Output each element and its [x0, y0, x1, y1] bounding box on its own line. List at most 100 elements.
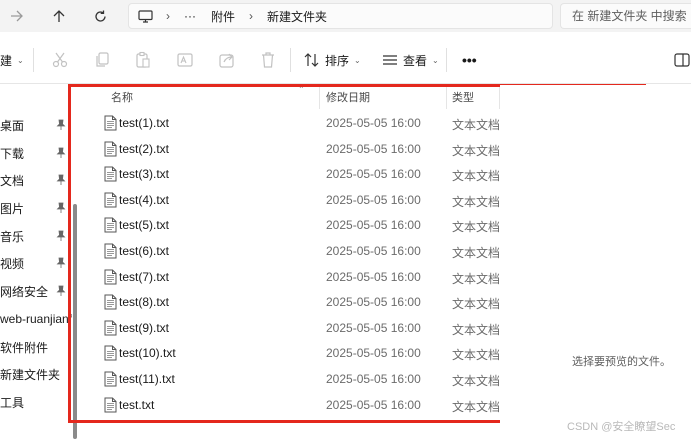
file-name[interactable]: test(8).txt	[119, 295, 169, 309]
view-icon	[383, 55, 397, 65]
file-row[interactable]: test(9).txt 2025-05-05 16:00 文本文档	[78, 316, 500, 340]
copy-icon[interactable]	[93, 51, 111, 69]
view-button[interactable]: 查看 ⌄	[382, 50, 439, 70]
view-label: 查看	[403, 53, 428, 68]
delete-icon[interactable]	[259, 51, 277, 69]
file-name[interactable]: test(7).txt	[119, 270, 169, 284]
column-header-modified[interactable]: 修改日期	[326, 88, 370, 108]
file-row[interactable]: test(4).txt 2025-05-05 16:00 文本文档	[78, 188, 500, 212]
file-row[interactable]: test(11).txt 2025-05-05 16:00 文本文档	[78, 367, 500, 391]
nav-item-label: 网络安全	[0, 284, 49, 299]
file-row[interactable]: test(1).txt 2025-05-05 16:00 文本文档	[78, 111, 500, 135]
rename-icon[interactable]	[176, 51, 194, 69]
nav-item-new-folder[interactable]: 新建文件夹	[0, 362, 72, 386]
nav-item-music[interactable]: 音乐	[0, 224, 72, 248]
nav-item-label: 新建文件夹	[0, 367, 61, 382]
text-file-icon	[104, 192, 117, 208]
nav-item-label: 工具	[0, 395, 25, 410]
column-divider[interactable]	[319, 85, 320, 109]
text-file-icon	[104, 166, 117, 182]
divider	[33, 48, 34, 72]
share-icon[interactable]	[218, 51, 236, 69]
monitor-icon	[138, 9, 153, 23]
file-name[interactable]: test(2).txt	[119, 142, 169, 156]
nav-scrollbar[interactable]	[73, 204, 77, 439]
divider	[290, 48, 291, 72]
file-type: 文本文档	[452, 195, 501, 209]
file-row[interactable]: test.txt 2025-05-05 16:00 文本文档	[78, 393, 500, 417]
paste-icon[interactable]	[134, 51, 152, 69]
chevron-down-icon: ⌄	[17, 55, 24, 65]
breadcrumb-item-attachments[interactable]: 附件	[211, 8, 235, 25]
breadcrumb-item-current-folder[interactable]: 新建文件夹	[267, 8, 327, 25]
text-file-icon	[104, 371, 117, 387]
nav-item-label: 下载	[0, 146, 25, 161]
file-row[interactable]: test(3).txt 2025-05-05 16:00 文本文档	[78, 162, 500, 186]
file-type: 文本文档	[452, 400, 501, 414]
file-name[interactable]: test(5).txt	[119, 218, 169, 232]
refresh-icon[interactable]	[87, 5, 113, 27]
file-modified-date: 2025-05-05 16:00	[326, 346, 421, 360]
preview-message: 选择要预览的文件。	[572, 356, 671, 368]
breadcrumb-chevron-icon: ›	[166, 9, 170, 23]
nav-item-label: 音乐	[0, 229, 25, 244]
file-modified-date: 2025-05-05 16:00	[326, 372, 421, 386]
file-type: 文本文档	[452, 246, 501, 260]
breadcrumb[interactable]: › ··· 附件 › 新建文件夹	[128, 3, 553, 29]
forward-arrow-icon[interactable]	[4, 5, 30, 27]
file-modified-date: 2025-05-05 16:00	[326, 167, 421, 181]
pin-icon	[56, 230, 66, 241]
file-type: 文本文档	[452, 297, 501, 311]
nav-item-videos[interactable]: 视频	[0, 251, 72, 275]
chevron-down-icon: ⌄	[354, 55, 361, 65]
navigation-pane: 桌面 下载 文档 图片 音乐 视频 网络安全 web-ruanjianf 软件附…	[0, 85, 78, 439]
nav-item-pictures[interactable]: 图片	[0, 196, 72, 220]
file-name[interactable]: test(1).txt	[119, 116, 169, 130]
breadcrumb-overflow[interactable]: ···	[184, 9, 196, 23]
nav-item-label: 文档	[0, 173, 25, 188]
file-row[interactable]: test(2).txt 2025-05-05 16:00 文本文档	[78, 137, 500, 161]
more-options-button[interactable]: •••	[462, 50, 477, 70]
nav-item-software-attachments[interactable]: 软件附件	[0, 335, 72, 359]
nav-item-downloads[interactable]: 下载	[0, 141, 72, 165]
file-name[interactable]: test(6).txt	[119, 244, 169, 258]
file-modified-date: 2025-05-05 16:00	[326, 142, 421, 156]
text-file-icon	[104, 115, 117, 131]
file-modified-date: 2025-05-05 16:00	[326, 116, 421, 130]
file-name[interactable]: test(10).txt	[119, 346, 176, 360]
search-input[interactable]: 在 新建文件夹 中搜索	[560, 3, 691, 29]
file-name[interactable]: test(4).txt	[119, 193, 169, 207]
file-name[interactable]: test(3).txt	[119, 167, 169, 181]
file-row[interactable]: test(5).txt 2025-05-05 16:00 文本文档	[78, 213, 500, 237]
file-row[interactable]: test(6).txt 2025-05-05 16:00 文本文档	[78, 239, 500, 263]
column-header-name[interactable]: 名称	[111, 88, 133, 108]
nav-item-desktop[interactable]: 桌面	[0, 113, 72, 137]
pin-icon	[56, 174, 66, 185]
column-divider[interactable]	[446, 85, 447, 109]
nav-item-documents[interactable]: 文档	[0, 168, 72, 192]
sort-icon	[304, 53, 319, 67]
file-type: 文本文档	[452, 323, 501, 337]
nav-item-label: 桌面	[0, 118, 25, 133]
file-name[interactable]: test(9).txt	[119, 321, 169, 335]
breadcrumb-chevron-icon: ›	[249, 9, 254, 23]
preview-pane-icon[interactable]	[673, 51, 691, 69]
command-bar: 建 ⌄ 排序 ⌄ 查看 ⌄ •••	[0, 36, 691, 84]
up-arrow-icon[interactable]	[46, 5, 72, 27]
file-row[interactable]: test(7).txt 2025-05-05 16:00 文本文档	[78, 265, 500, 289]
cut-icon[interactable]	[51, 51, 69, 69]
file-name[interactable]: test(11).txt	[119, 372, 175, 386]
nav-item-web-ruanjianf[interactable]: web-ruanjianf	[0, 307, 72, 331]
file-name[interactable]: test.txt	[119, 398, 154, 412]
nav-item-tools[interactable]: 工具	[0, 390, 72, 414]
nav-item-network-security[interactable]: 网络安全	[0, 279, 72, 303]
chevron-down-icon: ⌄	[432, 55, 439, 65]
file-row[interactable]: test(8).txt 2025-05-05 16:00 文本文档	[78, 290, 500, 314]
sort-button[interactable]: 排序 ⌄	[304, 50, 361, 70]
column-header-type[interactable]: 类型	[452, 88, 474, 108]
new-button[interactable]: 建 ⌄	[0, 50, 24, 70]
file-row[interactable]: test(10).txt 2025-05-05 16:00 文本文档	[78, 341, 500, 365]
file-type: 文本文档	[452, 118, 501, 132]
address-bar: › ··· 附件 › 新建文件夹 在 新建文件夹 中搜索	[0, 0, 691, 32]
nav-item-label: 图片	[0, 201, 25, 216]
